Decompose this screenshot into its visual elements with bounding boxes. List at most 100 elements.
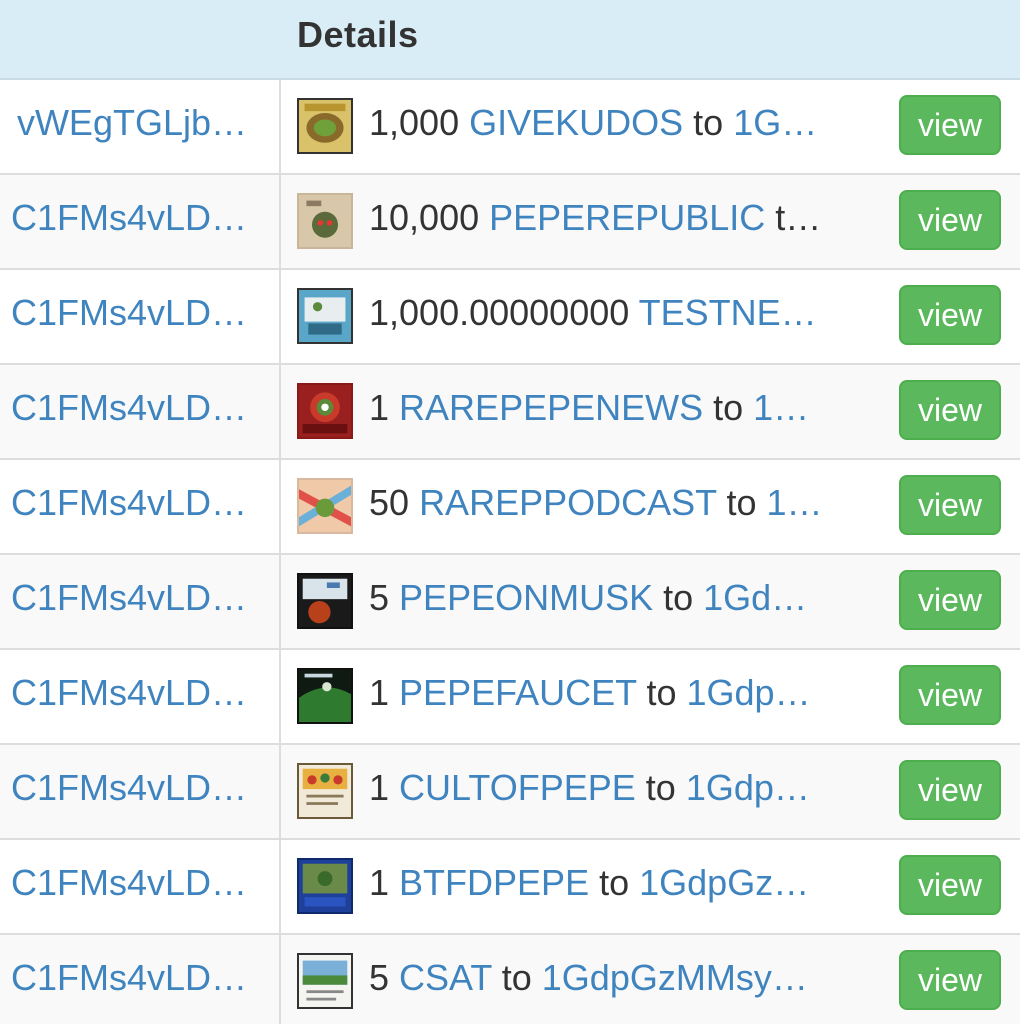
details-cell: 1 CULTOFPEPE to 1Gdp… view (283, 745, 1020, 838)
details-column-header: Details (297, 14, 419, 55)
from-cell: C1FMs4vLD… (0, 555, 281, 648)
quantity: 1 (369, 767, 390, 808)
from-address-link[interactable]: C1FMs4vLD… (11, 862, 247, 904)
quantity: 1 (369, 672, 390, 713)
btfdpepe-card-icon[interactable] (297, 858, 353, 914)
to-word: to (636, 672, 687, 713)
view-button[interactable]: view (899, 190, 1001, 250)
view-button[interactable]: view (899, 665, 1001, 725)
quantity: 5 (369, 957, 390, 998)
to-word: to (589, 862, 640, 903)
recipient-link[interactable]: 1… (767, 482, 823, 523)
from-address-link[interactable]: C1FMs4vLD… (11, 387, 247, 429)
from-address-link[interactable]: C1FMs4vLD… (11, 672, 247, 714)
peperepublic-card-icon[interactable] (297, 193, 353, 249)
transfer-description: 1,000.00000000 TESTNE… (369, 292, 869, 334)
transfer-description: 1 CULTOFPEPE to 1Gdp… (369, 767, 869, 809)
recipient-link[interactable]: 1Gdp… (687, 672, 811, 713)
quantity: 1,000 (369, 102, 460, 143)
from-cell: C1FMs4vLD… (0, 460, 281, 553)
table-row: C1FMs4vLD… 1 BTFDPEPE to 1GdpGz… view (0, 840, 1020, 935)
table-row: C1FMs4vLD… 1 RAREPEPENEWS to 1… view (0, 365, 1020, 460)
view-button[interactable]: view (899, 95, 1001, 155)
quantity: 1 (369, 387, 390, 428)
asset-link[interactable]: RAREPPODCAST (419, 482, 716, 523)
pepeonmusk-card-icon[interactable] (297, 573, 353, 629)
from-cell: C1FMs4vLD… (0, 840, 281, 933)
to-word: to (635, 767, 686, 808)
from-address-link[interactable]: C1FMs4vLD… (11, 482, 247, 524)
recipient-link[interactable]: 1GdpGz… (639, 862, 809, 903)
rarepepenews-card-icon[interactable] (297, 383, 353, 439)
details-cell: 10,000 PEPEREPUBLIC t… view (283, 175, 1020, 268)
details-cell: 5 PEPEONMUSK to 1Gd… view (283, 555, 1020, 648)
to-word: to (703, 387, 754, 428)
transfer-description: 1 RAREPEPENEWS to 1… (369, 387, 869, 429)
from-cell: vWEgTGLjb… (0, 80, 281, 173)
recipient-link[interactable]: 1GdpGzMMsy… (542, 957, 808, 998)
table-row: C1FMs4vLD… 1 CULTOFPEPE to 1Gdp… view (0, 745, 1020, 840)
quantity: 1 (369, 862, 390, 903)
table-row: C1FMs4vLD… 5 CSAT to 1GdpGzMMsy… view (0, 935, 1020, 1024)
table-row: C1FMs4vLD… 50 RAREPPODCAST to 1… view (0, 460, 1020, 555)
view-button[interactable]: view (899, 475, 1001, 535)
recipient-link[interactable]: 1G… (733, 102, 817, 143)
to-word: to (683, 102, 734, 143)
details-cell: 1 PEPEFAUCET to 1Gdp… view (283, 650, 1020, 743)
asset-link[interactable]: TESTNE… (639, 292, 817, 333)
transactions-table: Details vWEgTGLjb… 1,000 GIVEKUDOS to 1G… (0, 0, 1020, 1024)
from-cell: C1FMs4vLD… (0, 175, 281, 268)
view-button[interactable]: view (899, 760, 1001, 820)
givekudos-card-icon[interactable] (297, 98, 353, 154)
asset-link[interactable]: PEPEONMUSK (399, 577, 653, 618)
from-address-link[interactable]: C1FMs4vLD… (11, 197, 247, 239)
from-cell: C1FMs4vLD… (0, 745, 281, 838)
asset-link[interactable]: PEPEFAUCET (399, 672, 636, 713)
table-row: C1FMs4vLD… 1,000.00000000 TESTNE… view (0, 270, 1020, 365)
view-button[interactable]: view (899, 855, 1001, 915)
from-cell: C1FMs4vLD… (0, 270, 281, 363)
from-address-link[interactable]: C1FMs4vLD… (11, 767, 247, 809)
recipient-link[interactable]: 1… (753, 387, 809, 428)
asset-link[interactable]: RAREPEPENEWS (399, 387, 703, 428)
from-cell: C1FMs4vLD… (0, 365, 281, 458)
recipient-link[interactable]: 1Gd… (703, 577, 807, 618)
quantity: 50 (369, 482, 410, 523)
csat-card-icon[interactable] (297, 953, 353, 1009)
details-cell: 1 BTFDPEPE to 1GdpGz… view (283, 840, 1020, 933)
details-cell: 50 RAREPPODCAST to 1… view (283, 460, 1020, 553)
quantity: 10,000 (369, 197, 480, 238)
rarepodcast-card-icon[interactable] (297, 478, 353, 534)
transfer-description: 1 BTFDPEPE to 1GdpGz… (369, 862, 869, 904)
view-button[interactable]: view (899, 380, 1001, 440)
from-address-link[interactable]: C1FMs4vLD… (11, 292, 247, 334)
table-row: vWEgTGLjb… 1,000 GIVEKUDOS to 1G… view (0, 80, 1020, 175)
cultofpepe-card-icon[interactable] (297, 763, 353, 819)
from-cell: C1FMs4vLD… (0, 650, 281, 743)
quantity: 5 (369, 577, 390, 618)
from-cell: C1FMs4vLD… (0, 935, 281, 1024)
asset-link[interactable]: CULTOFPEPE (399, 767, 636, 808)
details-cell: 1 RAREPEPENEWS to 1… view (283, 365, 1020, 458)
from-address-link[interactable]: C1FMs4vLD… (11, 577, 247, 619)
quantity: 1,000.00000000 (369, 292, 630, 333)
transfer-description: 1 PEPEFAUCET to 1Gdp… (369, 672, 869, 714)
from-address-link[interactable]: C1FMs4vLD… (11, 957, 247, 999)
from-address-link[interactable]: vWEgTGLjb… (17, 102, 247, 144)
asset-link[interactable]: GIVEKUDOS (469, 102, 683, 143)
recipient-link[interactable]: 1Gdp… (686, 767, 810, 808)
asset-link[interactable]: BTFDPEPE (399, 862, 589, 903)
details-cell: 1,000 GIVEKUDOS to 1G… view (283, 80, 1020, 173)
testnet-card-icon[interactable] (297, 288, 353, 344)
table-row: C1FMs4vLD… 5 PEPEONMUSK to 1Gd… view (0, 555, 1020, 650)
view-button[interactable]: view (899, 570, 1001, 630)
asset-link[interactable]: PEPEREPUBLIC (489, 197, 765, 238)
to-word: t… (765, 197, 822, 238)
view-button[interactable]: view (899, 950, 1001, 1010)
table-header: Details (0, 0, 1020, 80)
view-button[interactable]: view (899, 285, 1001, 345)
to-word: to (653, 577, 704, 618)
table-row: C1FMs4vLD… 1 PEPEFAUCET to 1Gdp… view (0, 650, 1020, 745)
pepefaucet-card-icon[interactable] (297, 668, 353, 724)
asset-link[interactable]: CSAT (399, 957, 492, 998)
